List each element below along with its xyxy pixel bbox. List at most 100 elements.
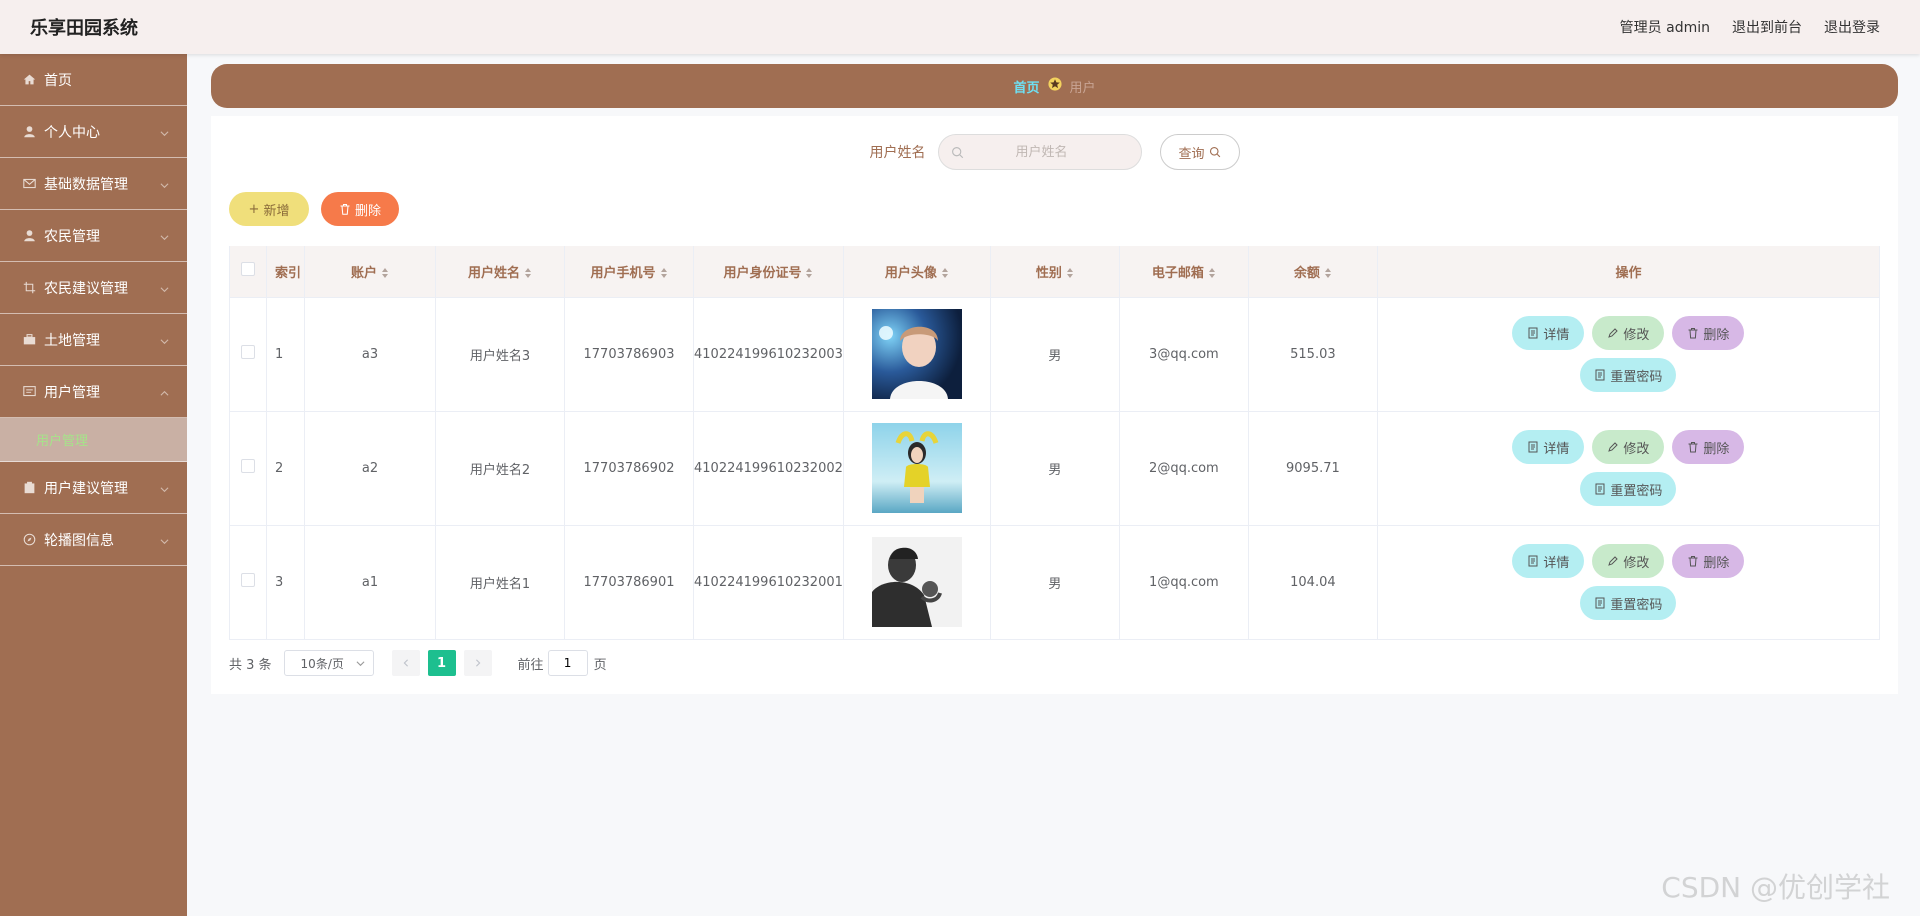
breadcrumb-current: 用户 [1069,80,1096,96]
delete-button[interactable]: 删除 [1672,544,1745,578]
prev-page-button[interactable] [391,650,420,676]
page-size-select[interactable]: 10条/页 [283,650,374,676]
table-row: 2 a2 用户姓名2 17703786902 41022419961023200… [229,411,1881,526]
sidebar-item-label: 基础数据管理 [44,176,128,193]
sort-icon [660,268,667,279]
sidebar-item-home[interactable]: 首页 [0,54,187,106]
cell-account: a1 [304,525,436,640]
breadcrumb-home[interactable]: 首页 [1013,77,1039,96]
chevron-up-icon [160,386,169,396]
avatar[interactable] [871,309,962,399]
cell-index: 3 [266,525,305,640]
sidebar-item-land[interactable]: 土地管理 [0,314,187,366]
add-button-label: 新增 [263,203,290,219]
row-checkbox[interactable] [241,345,255,359]
row-checkbox[interactable] [241,459,255,473]
page-number-current[interactable]: 1 [427,650,456,676]
sidebar-item-label: 首页 [44,72,72,89]
batch-delete-button[interactable]: 删除 [321,192,399,226]
reset-password-button[interactable]: 重置密码 [1580,586,1677,620]
search-input[interactable] [971,144,1112,160]
edit-icon [1608,328,1619,338]
col-phone[interactable]: 用户手机号 [564,246,694,298]
home-icon [22,73,36,87]
cell-id-card: 410224199610232002 [693,411,844,526]
col-avatar[interactable]: 用户头像 [843,246,991,298]
admin-user-label[interactable]: 管理员 admin [1620,17,1710,37]
reset-password-button[interactable]: 重置密码 [1580,472,1677,506]
user-icon [22,125,36,139]
sidebar-item-profile[interactable]: 个人中心 [0,106,187,158]
search-icon [951,146,963,158]
detail-button[interactable]: 详情 [1512,430,1585,464]
cell-account: a2 [304,411,436,526]
detail-button-label: 详情 [1543,327,1570,343]
col-name[interactable]: 用户姓名 [435,246,565,298]
search-input-wrapper[interactable] [937,134,1142,170]
chevron-down-icon [356,660,365,666]
delete-button[interactable]: 删除 [1672,316,1745,350]
cell-balance: 9095.71 [1248,411,1378,526]
avatar[interactable] [871,423,962,513]
reset-password-button[interactable]: 重置密码 [1580,358,1677,392]
row-select-cell [229,525,267,640]
col-email-label: 电子邮箱 [1151,265,1204,281]
sidebar-item-basic-data[interactable]: 基础数据管理 [0,158,187,210]
next-page-button[interactable] [463,650,492,676]
reset-password-label: 重置密码 [1610,597,1663,613]
edit-button-label: 修改 [1623,327,1650,343]
cell-operations: 详情 修改 删除 重置密码 [1377,411,1881,526]
document-icon [1595,369,1605,381]
cell-avatar [843,411,991,526]
page-size-value: 10条/页 [300,656,344,671]
col-name-label: 用户姓名 [467,265,520,281]
row-actions: 详情 修改 删除 重置密码 [1508,544,1748,620]
trash-icon [1688,556,1698,567]
goto-page-input[interactable] [547,650,588,676]
select-all-checkbox[interactable] [241,262,255,277]
cell-email: 2@qq.com [1119,411,1249,526]
detail-button[interactable]: 详情 [1512,544,1585,578]
col-email[interactable]: 电子邮箱 [1119,246,1249,298]
search-icon [1209,146,1220,158]
sidebar-subitem-user-manage[interactable]: 用户管理 [0,418,187,462]
cell-balance: 104.04 [1248,525,1378,640]
pagination: 共 3 条 10条/页 1 前往 页 [229,650,607,676]
add-button[interactable]: + 新增 [229,192,309,226]
cell-gender: 男 [990,525,1120,640]
col-phone-label: 用户手机号 [590,265,656,281]
col-account[interactable]: 账户 [304,246,436,298]
sidebar-item-carousel[interactable]: 轮播图信息 [0,514,187,566]
edit-button[interactable]: 修改 [1592,316,1665,350]
reset-password-label: 重置密码 [1610,483,1663,499]
sidebar-item-label: 用户建议管理 [44,480,128,497]
col-gender[interactable]: 性别 [990,246,1120,298]
row-checkbox[interactable] [241,573,255,587]
cell-phone: 17703786901 [564,525,694,640]
col-id-card[interactable]: 用户身份证号 [693,246,844,298]
cell-email: 3@qq.com [1119,297,1249,412]
exit-to-front-link[interactable]: 退出到前台 [1732,17,1802,37]
delete-button[interactable]: 删除 [1672,430,1745,464]
edit-button[interactable]: 修改 [1592,544,1665,578]
col-balance[interactable]: 余额 [1248,246,1378,298]
query-button[interactable]: 查询 [1159,134,1240,170]
search-row: 用户姓名 查询 [211,134,1898,170]
document-icon [1595,597,1605,609]
sidebar-item-farmer-suggestion[interactable]: 农民建议管理 [0,262,187,314]
sidebar-item-user[interactable]: 用户管理 [0,366,187,418]
cell-operations: 详情 修改 删除 重置密码 [1377,525,1881,640]
cell-balance: 515.03 [1248,297,1378,412]
col-index: 索引 [266,246,305,298]
sidebar-item-label: 农民管理 [44,228,100,245]
edit-button[interactable]: 修改 [1592,430,1665,464]
avatar[interactable] [871,537,962,627]
chevron-down-icon [160,482,169,492]
trash-icon [340,203,350,215]
logout-link[interactable]: 退出登录 [1824,17,1880,37]
sidebar-item-farmer[interactable]: 农民管理 [0,210,187,262]
detail-button[interactable]: 详情 [1512,316,1585,350]
sidebar-item-user-suggestion[interactable]: 用户建议管理 [0,462,187,514]
action-row: + 新增 删除 [229,192,399,226]
trash-icon [1688,328,1698,339]
